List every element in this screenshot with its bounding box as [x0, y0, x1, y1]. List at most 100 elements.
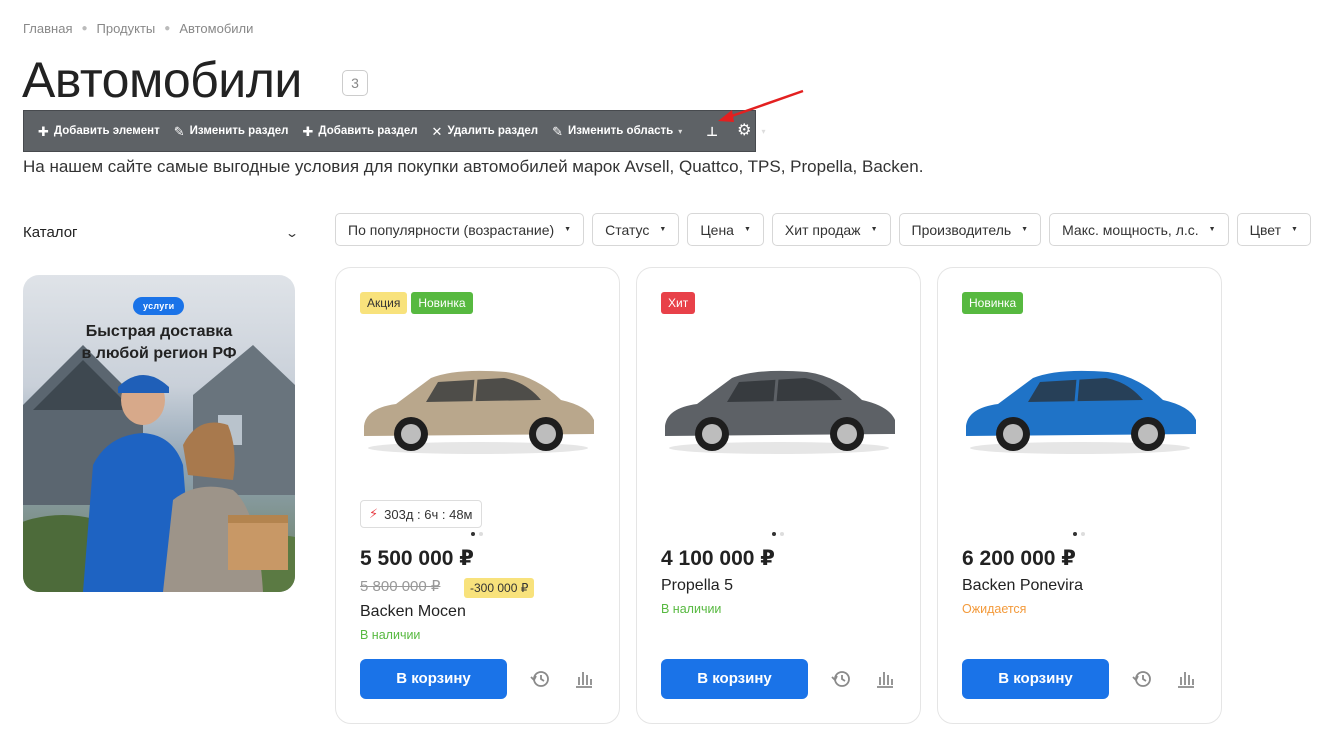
breadcrumb-separator: ● — [81, 23, 88, 34]
edit-section-label: Изменить раздел — [189, 125, 289, 137]
stock-status: В наличии — [360, 628, 421, 642]
badge-hit: Хит — [661, 292, 696, 314]
filter-bestseller[interactable]: Хит продаж ▼ — [771, 213, 891, 246]
history-icon[interactable] — [1131, 669, 1153, 689]
product-card[interactable]: Акция Новинка ⚡ 303д : 6ч : 48м 5 500 00… — [335, 267, 620, 724]
add-to-cart-button[interactable]: В корзину — [962, 659, 1109, 699]
filter-power[interactable]: Макс. мощность, л.с. ▼ — [1049, 213, 1229, 246]
product-name[interactable]: Backen Mocen — [360, 603, 466, 621]
badge-sale: Акция — [360, 292, 408, 314]
product-image[interactable] — [657, 348, 902, 458]
product-name[interactable]: Backen Ponevira — [962, 577, 1083, 595]
add-to-cart-button[interactable]: В корзину — [661, 659, 808, 699]
filter-label: Производитель — [911, 221, 1012, 238]
old-price: 5 800 000 ₽ — [360, 578, 441, 595]
filter-label: Статус — [605, 221, 650, 238]
image-pager[interactable] — [772, 532, 784, 536]
compare-chart-icon[interactable] — [1175, 669, 1197, 689]
pager-dot[interactable] — [1081, 532, 1085, 536]
caret-down-icon: ▼ — [1021, 226, 1029, 233]
filter-label: По популярности (возрастание) — [348, 221, 555, 238]
caret-down-icon: ▼ — [1208, 226, 1216, 233]
add-section-button[interactable]: ✚ Добавить раздел — [302, 125, 417, 138]
promo-timer: ⚡ 303д : 6ч : 48м — [360, 500, 482, 528]
badge-group: Хит — [661, 292, 696, 314]
pager-dot[interactable] — [780, 532, 784, 536]
catalog-toggle[interactable]: Каталог ⌄ — [23, 224, 300, 241]
badge-group: Новинка — [962, 292, 1024, 314]
stock-status: В наличии — [661, 602, 722, 616]
product-name[interactable]: Propella 5 — [661, 577, 733, 595]
history-icon[interactable] — [830, 669, 852, 689]
sort-dropdown[interactable]: По популярности (возрастание) ▼ — [335, 213, 585, 246]
chevron-down-icon: ▾ — [678, 126, 683, 136]
breadcrumb-home[interactable]: Главная — [23, 21, 72, 36]
timer-value: 303д : 6ч : 48м — [384, 506, 473, 522]
filter-status[interactable]: Статус ▼ — [592, 213, 680, 246]
admin-toolbar: ✚ Добавить элемент ✎ Изменить раздел ✚ Д… — [23, 110, 765, 152]
edit-section-button[interactable]: ✎ Изменить раздел — [174, 125, 289, 138]
image-pager[interactable] — [1073, 532, 1085, 536]
caret-down-icon: ▼ — [659, 226, 667, 233]
pager-dot[interactable] — [772, 532, 776, 536]
stock-status: Ожидается — [962, 602, 1027, 616]
plus-icon: ✚ — [302, 123, 314, 139]
product-image[interactable] — [356, 348, 601, 458]
promo-title-line2: в любой регион РФ — [81, 345, 237, 362]
breadcrumb-separator: ● — [164, 23, 171, 34]
product-price: 4 100 000 ₽ — [661, 547, 775, 570]
caret-down-icon: ▼ — [743, 226, 751, 233]
add-section-label: Добавить раздел — [318, 125, 418, 137]
image-pager[interactable] — [471, 532, 483, 536]
promo-pill: услуги — [133, 297, 185, 315]
caret-down-icon: ▼ — [564, 226, 572, 233]
delete-section-button[interactable]: ✕ Удалить раздел — [432, 125, 539, 138]
pencil-icon: ✎ — [173, 123, 185, 139]
pencil-icon: ✎ — [552, 123, 564, 139]
pager-dot[interactable] — [479, 532, 483, 536]
breadcrumb-current: Автомобили — [179, 21, 254, 36]
page-description: На нашем сайте самые выгодные условия дл… — [23, 157, 924, 176]
pager-dot[interactable] — [471, 532, 475, 536]
caret-down-icon: ▼ — [870, 226, 878, 233]
product-image[interactable] — [958, 348, 1203, 458]
compare-chart-icon[interactable] — [573, 669, 595, 689]
page-title: Автомобили — [22, 52, 302, 108]
chevron-down-icon: ⌄ — [284, 225, 300, 240]
pager-dot[interactable] — [1073, 532, 1077, 536]
lightning-icon: ⚡ — [369, 506, 379, 521]
edit-area-label: Изменить область — [568, 125, 674, 137]
badge-new: Новинка — [411, 292, 473, 314]
filter-label: Цена — [700, 221, 734, 238]
promo-banner[interactable]: услуги Быстрая доставка в любой регион Р… — [23, 275, 295, 592]
breadcrumb-products[interactable]: Продукты — [97, 21, 156, 36]
badge-group: Акция Новинка — [360, 292, 473, 314]
caret-down-icon: ▼ — [1290, 226, 1298, 233]
add-element-label: Добавить элемент — [53, 125, 160, 137]
breadcrumb: Главная ● Продукты ● Автомобили — [23, 21, 253, 36]
item-count-badge: 3 — [342, 70, 368, 96]
product-price: 6 200 000 ₽ — [962, 547, 1076, 570]
close-icon: ✕ — [431, 123, 443, 139]
product-card[interactable]: Хит 4 100 000 ₽ Propella 5 В наличии В к… — [636, 267, 921, 724]
promo-title-line1: Быстрая доставка — [85, 323, 233, 340]
filter-label: Макс. мощность, л.с. — [1062, 221, 1199, 238]
edit-area-button[interactable]: ✎ Изменить область ▾ — [552, 125, 682, 138]
history-icon[interactable] — [529, 669, 551, 689]
filter-label: Цвет — [1249, 221, 1281, 238]
annotation-arrow-icon — [718, 89, 804, 122]
add-element-button[interactable]: ✚ Добавить элемент — [38, 125, 160, 138]
filter-color[interactable]: Цвет ▼ — [1236, 213, 1311, 246]
compare-chart-icon[interactable] — [874, 669, 896, 689]
product-card[interactable]: Новинка 6 200 000 ₽ Backen Ponevira Ожид… — [937, 267, 1222, 724]
discount-badge: -300 000 ₽ — [464, 578, 535, 598]
badge-new: Новинка — [962, 292, 1024, 314]
catalog-label: Каталог — [23, 224, 78, 241]
filter-manufacturer[interactable]: Производитель ▼ — [898, 213, 1042, 246]
promo-title: Быстрая доставка в любой регион РФ — [23, 321, 295, 365]
filter-label: Хит продаж — [784, 221, 861, 238]
filter-price[interactable]: Цена ▼ — [687, 213, 764, 246]
plus-icon: ✚ — [38, 123, 49, 139]
add-to-cart-button[interactable]: В корзину — [360, 659, 507, 699]
delete-section-label: Удалить раздел — [447, 125, 539, 137]
